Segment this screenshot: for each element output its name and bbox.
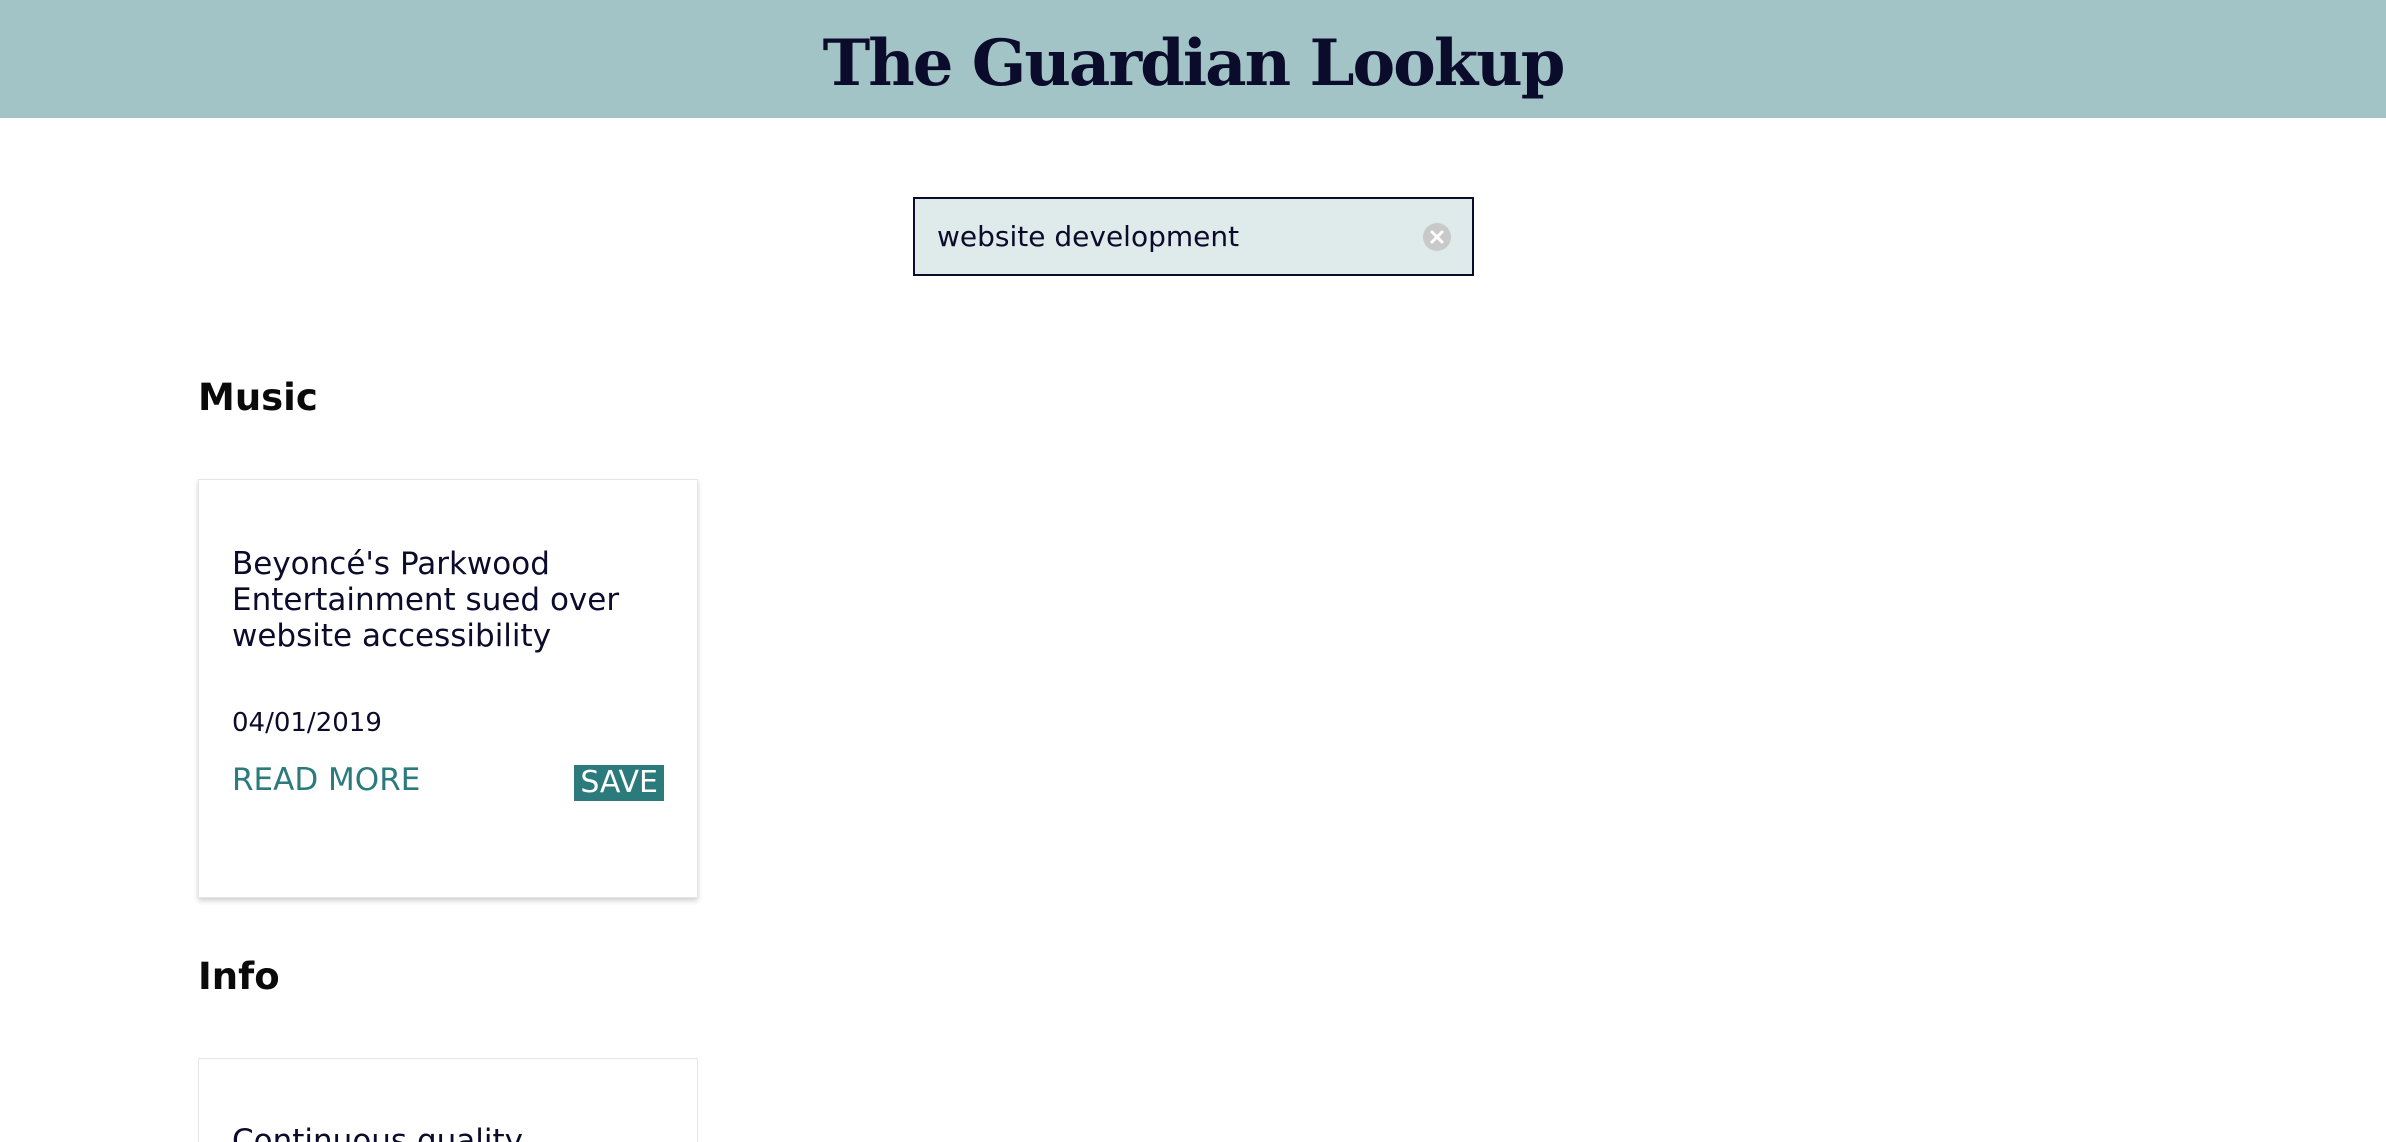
article-card: Continuous quality xyxy=(198,1058,698,1142)
site-title: The Guardian Lookup xyxy=(822,25,1566,101)
section-heading-info: Info xyxy=(198,955,280,998)
site-header: The Guardian Lookup xyxy=(0,0,2386,118)
search-box xyxy=(913,197,1474,276)
read-more-link[interactable]: READ MORE xyxy=(232,762,420,798)
save-button[interactable]: SAVE xyxy=(574,765,664,801)
section-heading-music: Music xyxy=(198,376,318,419)
article-date: 04/01/2019 xyxy=(232,708,382,738)
article-title: Continuous quality xyxy=(232,1123,523,1142)
article-title: Beyoncé's Parkwood Entertainment sued ov… xyxy=(232,546,620,654)
search-input[interactable] xyxy=(915,199,1422,274)
clear-circle-icon[interactable] xyxy=(1422,222,1452,252)
article-card: Beyoncé's Parkwood Entertainment sued ov… xyxy=(198,479,698,898)
